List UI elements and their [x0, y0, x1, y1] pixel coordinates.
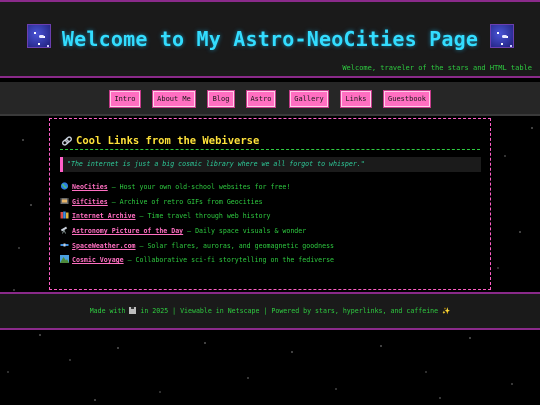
link-gifcities[interactable]: GifCities — [72, 198, 108, 206]
list-item: Cosmic Voyage — Collaborative sci-fi sto… — [60, 253, 334, 268]
link-apod[interactable]: Astronomy Picture of the Day — [72, 227, 183, 235]
floppy-disk-icon — [129, 307, 137, 314]
link-description: — Solar flares, auroras, and geomagnetic… — [135, 241, 335, 250]
section-heading: Cool Links from the Webiverse — [61, 135, 259, 147]
list-item: GifCities — Archive of retro GIFs from G… — [60, 195, 334, 210]
nav-astro-button[interactable]: Astro — [247, 91, 275, 107]
space-planet-icon — [490, 24, 514, 48]
nav-about-me-button[interactable]: About Me — [153, 91, 195, 107]
nav-links-button[interactable]: Links — [341, 91, 371, 107]
link-neocities[interactable]: NeoCities — [72, 183, 108, 191]
site-tagline: Welcome, traveler of the stars and HTML … — [342, 64, 532, 72]
site-header: Welcome to My Astro-NeoCities Page Welco… — [0, 0, 540, 78]
list-item: Internet Archive — Time travel through w… — [60, 209, 334, 224]
books-icon — [60, 211, 69, 219]
list-item: SpaceWeather.com — Solar flares, auroras… — [60, 239, 334, 254]
main-nav: Intro About Me Blog Astro Gallery Links … — [0, 82, 540, 116]
link-list: NeoCities — Host your own old-school web… — [60, 180, 334, 268]
section-divider — [60, 149, 480, 150]
link-description: — Daily space visuals & wonder — [183, 227, 307, 236]
site-footer: Made with in 2025 | Viewable in Netscape… — [0, 292, 540, 330]
nav-intro-button[interactable]: Intro — [110, 91, 140, 107]
film-icon — [60, 197, 69, 204]
link-description: — Host your own old-school websites for … — [107, 183, 291, 191]
nav-guestbook-button[interactable]: Guestbook — [384, 91, 430, 107]
links-card: Cool Links from the Webiverse "The inter… — [49, 118, 491, 290]
telescope-icon — [60, 226, 68, 234]
link-description: — Time travel through web history — [135, 212, 271, 221]
footer-text-end: in 2025 | Viewable in Netscape | Powered… — [136, 307, 451, 315]
mountain-icon — [60, 255, 69, 264]
satellite-icon — [60, 243, 69, 247]
link-description: — Archive of retro GIFs from Geocities — [107, 197, 263, 206]
link-cosmic-voyage[interactable]: Cosmic Voyage — [72, 256, 124, 264]
footer-text-start: Made with — [89, 307, 130, 315]
link-description: — Collaborative sci-fi storytelling on t… — [123, 256, 335, 265]
list-item: NeoCities — Host your own old-school web… — [60, 180, 334, 195]
section-title: Cool Links from the Webiverse — [76, 135, 260, 147]
link-icon — [62, 136, 72, 146]
globe-icon — [60, 182, 69, 190]
list-item: Astronomy Picture of the Day — Daily spa… — [60, 224, 334, 239]
link-spaceweather[interactable]: SpaceWeather.com — [72, 242, 136, 250]
pull-quote: "The internet is just a big cosmic libra… — [60, 157, 481, 172]
link-internet-archive[interactable]: Internet Archive — [72, 212, 136, 220]
nav-gallery-button[interactable]: Gallery — [290, 91, 328, 107]
nav-blog-button[interactable]: Blog — [208, 91, 234, 107]
site-title: Welcome to My Astro-NeoCities Page — [61, 27, 479, 51]
